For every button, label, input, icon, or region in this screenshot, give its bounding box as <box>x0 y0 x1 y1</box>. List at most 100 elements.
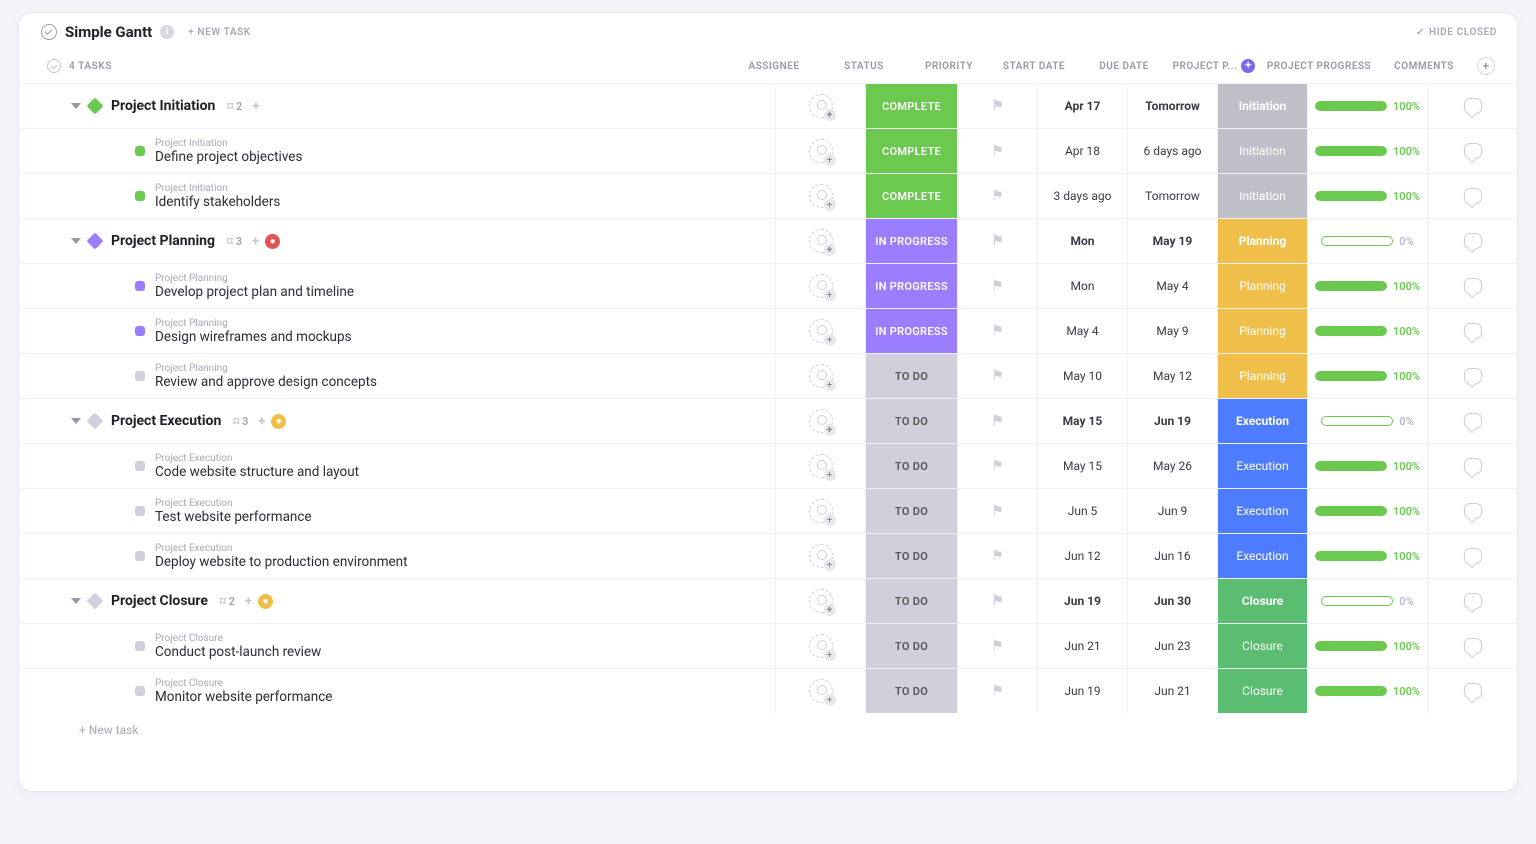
due-date-cell[interactable]: Jun 16 <box>1127 534 1217 578</box>
subtask-count[interactable]: ⌑2 <box>216 593 239 610</box>
chevron-down-icon[interactable] <box>71 418 81 424</box>
due-date-cell[interactable]: May 9 <box>1127 309 1217 353</box>
start-date-cell[interactable]: Apr 17 <box>1037 84 1127 128</box>
priority-cell[interactable]: ⚑ <box>957 489 1037 533</box>
priority-cell[interactable]: ⚑ <box>957 174 1037 218</box>
task-row[interactable]: Project Execution Deploy website to prod… <box>19 533 1517 578</box>
priority-cell[interactable]: ⚑ <box>957 534 1037 578</box>
chevron-down-icon[interactable] <box>71 103 81 109</box>
comments-cell[interactable] <box>1427 84 1517 128</box>
col-status[interactable]: STATUS <box>819 61 909 72</box>
assignee-cell[interactable] <box>775 624 865 668</box>
new-task-bottom[interactable]: + New task <box>19 713 1517 753</box>
add-subtask-button[interactable]: + <box>245 594 252 609</box>
start-date-cell[interactable]: May 10 <box>1037 354 1127 398</box>
task-name[interactable]: Define project objectives <box>155 149 302 165</box>
phase-cell[interactable]: Execution <box>1217 489 1307 533</box>
status-cell[interactable]: TO DO <box>865 399 957 443</box>
priority-cell[interactable]: ⚑ <box>957 399 1037 443</box>
status-cell[interactable]: COMPLETE <box>865 84 957 128</box>
priority-cell[interactable]: ⚑ <box>957 84 1037 128</box>
add-subtask-button[interactable]: + <box>258 414 265 429</box>
status-cell[interactable]: TO DO <box>865 354 957 398</box>
task-name[interactable]: Identify stakeholders <box>155 194 280 210</box>
hide-closed-toggle[interactable]: HIDE CLOSED <box>1416 27 1497 38</box>
assignee-cell[interactable] <box>775 129 865 173</box>
due-date-cell[interactable]: May 12 <box>1127 354 1217 398</box>
task-row[interactable]: Project Initiation Identify stakeholders… <box>19 173 1517 218</box>
task-name[interactable]: Review and approve design concepts <box>155 374 377 390</box>
group-name[interactable]: Project Initiation <box>111 98 215 114</box>
progress-cell[interactable]: 100% <box>1307 624 1427 668</box>
priority-cell[interactable]: ⚑ <box>957 669 1037 713</box>
priority-cell[interactable]: ⚑ <box>957 444 1037 488</box>
assignee-cell[interactable] <box>775 219 865 263</box>
comments-cell[interactable] <box>1427 579 1517 623</box>
task-name[interactable]: Code website structure and layout <box>155 464 359 480</box>
start-date-cell[interactable]: Jun 19 <box>1037 579 1127 623</box>
progress-cell[interactable]: 100% <box>1307 669 1427 713</box>
group-name[interactable]: Project Closure <box>111 593 208 609</box>
progress-cell[interactable]: 100% <box>1307 84 1427 128</box>
assignee-placeholder-icon[interactable] <box>809 589 833 613</box>
start-date-cell[interactable]: May 15 <box>1037 399 1127 443</box>
task-name[interactable]: Design wireframes and mockups <box>155 329 352 345</box>
task-name[interactable]: Deploy website to production environment <box>155 554 408 570</box>
comments-cell[interactable] <box>1427 309 1517 353</box>
task-name[interactable]: Test website performance <box>155 509 312 525</box>
subtask-count[interactable]: ⌑3 <box>229 413 252 430</box>
group-row[interactable]: Project Initiation ⌑2 + COMPLETE ⚑ Apr 1… <box>19 83 1517 128</box>
task-name[interactable]: Monitor website performance <box>155 689 332 705</box>
comments-cell[interactable] <box>1427 444 1517 488</box>
assignee-cell[interactable] <box>775 309 865 353</box>
col-progress[interactable]: PROJECT PROGRESS <box>1259 61 1379 72</box>
due-date-cell[interactable]: Tomorrow <box>1127 84 1217 128</box>
phase-cell[interactable]: Execution <box>1217 534 1307 578</box>
assignee-placeholder-icon[interactable] <box>809 634 833 658</box>
group-row[interactable]: Project Execution ⌑3 + ● TO DO ⚑ May 15 … <box>19 398 1517 443</box>
assignee-cell[interactable] <box>775 444 865 488</box>
due-date-cell[interactable]: Jun 21 <box>1127 669 1217 713</box>
status-cell[interactable]: IN PROGRESS <box>865 219 957 263</box>
comments-cell[interactable] <box>1427 399 1517 443</box>
phase-cell[interactable]: Planning <box>1217 354 1307 398</box>
add-subtask-button[interactable]: + <box>252 234 259 249</box>
progress-cell[interactable]: 100% <box>1307 129 1427 173</box>
priority-cell[interactable]: ⚑ <box>957 129 1037 173</box>
select-all-icon[interactable] <box>47 59 61 73</box>
task-row[interactable]: Project Planning Develop project plan an… <box>19 263 1517 308</box>
task-row[interactable]: Project Initiation Define project object… <box>19 128 1517 173</box>
group-name[interactable]: Project Execution <box>111 413 221 429</box>
due-date-cell[interactable]: Jun 9 <box>1127 489 1217 533</box>
comments-cell[interactable] <box>1427 624 1517 668</box>
add-subtask-button[interactable]: + <box>252 99 259 114</box>
group-row[interactable]: Project Closure ⌑2 + ● TO DO ⚑ Jun 19 Ju… <box>19 578 1517 623</box>
progress-cell[interactable]: 100% <box>1307 354 1427 398</box>
phase-cell[interactable]: Planning <box>1217 219 1307 263</box>
assignee-cell[interactable] <box>775 534 865 578</box>
task-row[interactable]: Project Execution Test website performan… <box>19 488 1517 533</box>
phase-cell[interactable]: Initiation <box>1217 174 1307 218</box>
phase-cell[interactable]: Closure <box>1217 669 1307 713</box>
assignee-placeholder-icon[interactable] <box>809 229 833 253</box>
comments-cell[interactable] <box>1427 174 1517 218</box>
start-date-cell[interactable]: Mon <box>1037 264 1127 308</box>
new-task-button[interactable]: + NEW TASK <box>188 27 251 38</box>
assignee-cell[interactable] <box>775 174 865 218</box>
subtask-count[interactable]: ⌑2 <box>223 98 246 115</box>
status-cell[interactable]: COMPLETE <box>865 129 957 173</box>
due-date-cell[interactable]: Jun 19 <box>1127 399 1217 443</box>
due-date-cell[interactable]: May 26 <box>1127 444 1217 488</box>
group-name[interactable]: Project Planning <box>111 233 215 249</box>
progress-cell[interactable]: 100% <box>1307 309 1427 353</box>
start-date-cell[interactable]: May 4 <box>1037 309 1127 353</box>
priority-cell[interactable]: ⚑ <box>957 309 1037 353</box>
due-date-cell[interactable]: Jun 23 <box>1127 624 1217 668</box>
chevron-down-icon[interactable] <box>71 238 81 244</box>
assignee-placeholder-icon[interactable] <box>809 274 833 298</box>
comments-cell[interactable] <box>1427 129 1517 173</box>
add-column-button[interactable]: + <box>1477 57 1495 75</box>
assignee-cell[interactable] <box>775 579 865 623</box>
status-cell[interactable]: TO DO <box>865 579 957 623</box>
assignee-cell[interactable] <box>775 669 865 713</box>
